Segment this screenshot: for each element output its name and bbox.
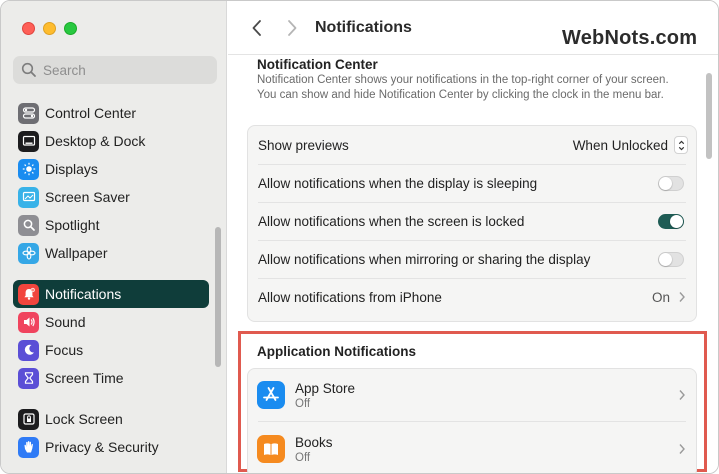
notifications-icon bbox=[18, 283, 39, 305]
up-down-chevron-icon bbox=[674, 136, 688, 154]
close-button[interactable] bbox=[22, 22, 35, 35]
screen-locked-row: Allow notifications when the screen is l… bbox=[248, 202, 696, 240]
search-field[interactable] bbox=[13, 56, 217, 84]
forward-chevron-icon[interactable] bbox=[285, 18, 299, 38]
iphone-label: Allow notifications from iPhone bbox=[258, 289, 442, 305]
spotlight-icon bbox=[18, 214, 39, 236]
sidebar-item-label: Lock Screen bbox=[45, 411, 123, 427]
show-previews-row: Show previews When Unlocked bbox=[248, 126, 696, 164]
minimize-button[interactable] bbox=[43, 22, 56, 35]
search-icon bbox=[21, 62, 36, 77]
lock-screen-icon bbox=[18, 408, 39, 430]
chevron-right-icon bbox=[679, 292, 685, 302]
app-name: App Store bbox=[295, 380, 356, 396]
iphone-row[interactable]: Allow notifications from iPhone On bbox=[248, 278, 696, 316]
sidebar-item-privacy-security[interactable]: Privacy & Security bbox=[13, 433, 209, 461]
privacy-icon bbox=[18, 436, 39, 458]
sidebar-item-label: Notifications bbox=[45, 286, 122, 302]
sidebar-item-screen-time[interactable]: Screen Time bbox=[13, 364, 209, 392]
sidebar-item-label: Screen Saver bbox=[45, 189, 130, 205]
sidebar-item-sound[interactable]: Sound bbox=[13, 308, 209, 336]
show-previews-label: Show previews bbox=[258, 137, 349, 153]
main-scrollbar[interactable] bbox=[706, 73, 712, 159]
watermark-logo: WebNots.com bbox=[562, 27, 698, 49]
focus-icon bbox=[18, 339, 39, 361]
sidebar-list: Control Center Desktop & Dock Displays S… bbox=[13, 99, 209, 461]
display-sleeping-label: Allow notifications when the display is … bbox=[258, 175, 538, 191]
page-title: Notifications bbox=[315, 19, 412, 36]
screen-locked-toggle[interactable] bbox=[658, 213, 684, 229]
sound-icon bbox=[18, 311, 39, 333]
sidebar-item-label: Sound bbox=[45, 314, 86, 330]
window-controls bbox=[22, 22, 77, 35]
sidebar-item-notifications[interactable]: Notifications bbox=[13, 280, 209, 308]
wallpaper-icon bbox=[18, 242, 39, 264]
display-sleeping-toggle[interactable] bbox=[658, 175, 684, 191]
show-previews-select[interactable]: When Unlocked bbox=[573, 136, 688, 154]
mirroring-toggle[interactable] bbox=[658, 251, 684, 267]
app-store-icon bbox=[257, 381, 285, 409]
application-notifications-heading: Application Notifications bbox=[257, 344, 417, 359]
settings-content: Notification Center Notification Center … bbox=[228, 55, 718, 473]
chevron-right-icon bbox=[679, 390, 685, 400]
app-status: Off bbox=[295, 397, 311, 410]
sidebar-item-control-center[interactable]: Control Center bbox=[13, 99, 209, 127]
notification-center-description: Notification Center shows your notificat… bbox=[257, 74, 669, 101]
books-icon bbox=[257, 435, 285, 463]
sidebar-item-label: Desktop & Dock bbox=[45, 133, 146, 149]
app-row-books[interactable]: Books Off bbox=[248, 423, 696, 473]
sidebar-item-wallpaper[interactable]: Wallpaper bbox=[13, 239, 209, 267]
back-chevron-icon[interactable] bbox=[250, 18, 264, 38]
sidebar: Control Center Desktop & Dock Displays S… bbox=[1, 1, 227, 473]
application-notifications-card: App Store Off Books Off bbox=[247, 368, 697, 473]
sidebar-item-lock-screen[interactable]: Lock Screen bbox=[13, 405, 209, 433]
sidebar-item-screen-saver[interactable]: Screen Saver bbox=[13, 183, 209, 211]
app-status: Off bbox=[295, 451, 311, 464]
app-row-app-store[interactable]: App Store Off bbox=[248, 369, 696, 421]
sidebar-item-label: Spotlight bbox=[45, 217, 100, 233]
mirroring-row: Allow notifications when mirroring or sh… bbox=[248, 240, 696, 278]
chevron-right-icon bbox=[679, 444, 685, 454]
sidebar-item-displays[interactable]: Displays bbox=[13, 155, 209, 183]
sidebar-item-label: Focus bbox=[45, 342, 84, 358]
sidebar-item-label: Displays bbox=[45, 161, 98, 177]
search-input[interactable] bbox=[43, 62, 213, 78]
notification-center-card: Show previews When Unlocked Allow notifi… bbox=[247, 125, 697, 322]
screen-time-icon bbox=[18, 367, 39, 389]
sidebar-item-focus[interactable]: Focus bbox=[13, 336, 209, 364]
show-previews-value: When Unlocked bbox=[572, 137, 668, 153]
sidebar-item-label: Control Center bbox=[45, 105, 137, 121]
main-pane: Notifications WebNots.com Notification C… bbox=[228, 1, 718, 473]
iphone-value: On bbox=[651, 289, 670, 305]
sidebar-item-spotlight[interactable]: Spotlight bbox=[13, 211, 209, 239]
sidebar-item-label: Screen Time bbox=[45, 370, 124, 386]
sidebar-item-label: Wallpaper bbox=[45, 245, 108, 261]
zoom-button[interactable] bbox=[64, 22, 77, 35]
display-sleeping-row: Allow notifications when the display is … bbox=[248, 164, 696, 202]
settings-window: Control Center Desktop & Dock Displays S… bbox=[0, 0, 719, 474]
control-center-icon bbox=[18, 102, 39, 124]
mirroring-label: Allow notifications when mirroring or sh… bbox=[258, 251, 591, 267]
desktop-dock-icon bbox=[18, 130, 39, 152]
app-name: Books bbox=[295, 434, 333, 450]
sidebar-item-desktop-dock[interactable]: Desktop & Dock bbox=[13, 127, 209, 155]
screen-locked-label: Allow notifications when the screen is l… bbox=[258, 213, 525, 229]
screen-saver-icon bbox=[18, 186, 39, 208]
notification-center-heading: Notification Center bbox=[257, 57, 378, 72]
sidebar-item-label: Privacy & Security bbox=[45, 439, 159, 455]
sidebar-scrollbar[interactable] bbox=[215, 227, 221, 367]
displays-icon bbox=[18, 158, 39, 180]
